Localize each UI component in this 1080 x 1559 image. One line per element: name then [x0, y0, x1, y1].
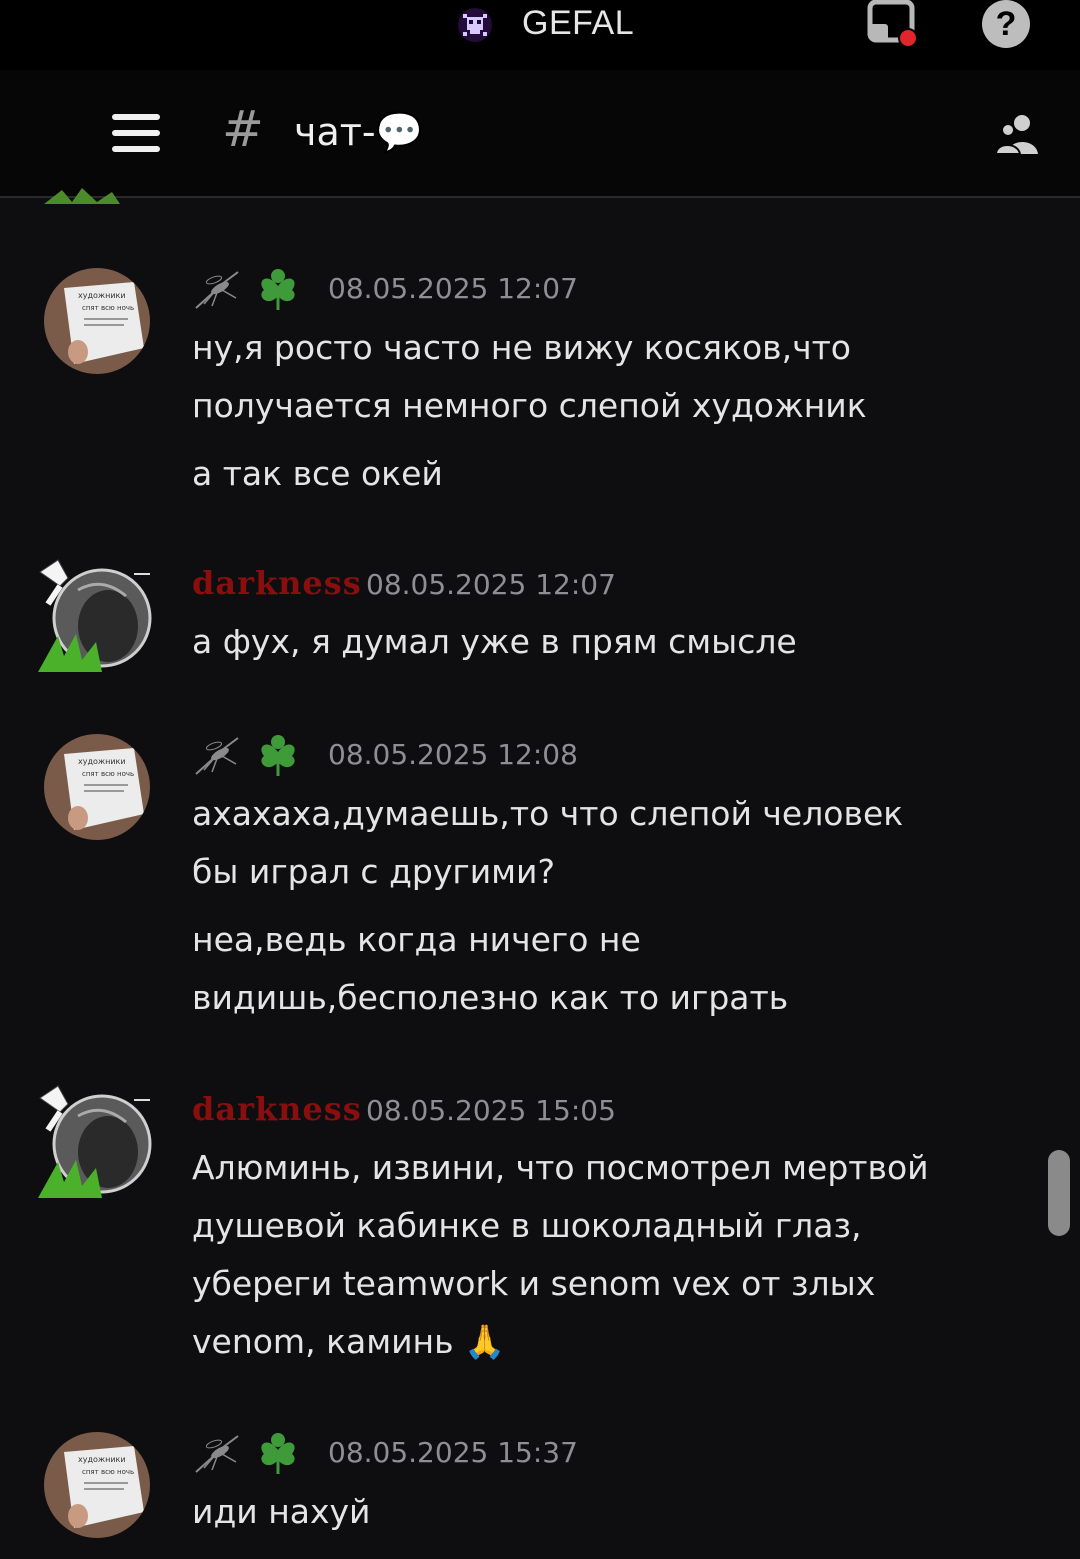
username[interactable]: darkness: [192, 564, 362, 602]
mosquito-icon: [195, 271, 239, 309]
message-list[interactable]: художники спят всю ночь 08.05.2025 12:07…: [0, 188, 1080, 1559]
message-text: бы играл с другими?: [192, 852, 555, 891]
message-item[interactable]: художники спят всю ночь 08.05.2025 12:0: [0, 734, 1080, 1034]
message-timestamp: 08.05.2025 15:05: [366, 1094, 616, 1127]
svg-text:художники: художники: [78, 291, 126, 300]
svg-text:художники: художники: [78, 1455, 126, 1464]
message-text: душевой кабинке в шоколадный глаз,: [192, 1206, 862, 1245]
svg-text:художники: художники: [78, 757, 126, 766]
username[interactable]: darkness: [192, 1090, 362, 1128]
app-title: GEFAL: [522, 4, 635, 42]
svg-text:спят всю ночь: спят всю ночь: [82, 1468, 134, 1476]
members-icon[interactable]: [994, 112, 1040, 156]
hamburger-menu-icon[interactable]: [112, 114, 160, 152]
message-text: иди нахуй: [192, 1492, 371, 1531]
avatar[interactable]: [38, 556, 154, 672]
avatar[interactable]: художники спят всю ночь: [44, 268, 150, 374]
top-bar: GEFAL ?: [0, 0, 1080, 70]
svg-text:спят всю ночь: спят всю ночь: [82, 304, 134, 312]
mosquito-icon: [195, 737, 239, 775]
screen-share-icon[interactable]: [866, 0, 922, 50]
message-text: venom, каминь 🙏: [192, 1322, 506, 1361]
message-text: а фух, я думал уже в прям смысле: [192, 622, 797, 661]
channel-name: чат-💬: [294, 110, 423, 154]
svg-text:спят всю ночь: спят всю ночь: [82, 770, 134, 778]
avatar[interactable]: художники спят всю ночь: [44, 734, 150, 840]
message-text: получается немного слепой художник: [192, 386, 867, 425]
message-item[interactable]: художники спят всю ночь 08.05.2025 12:0: [0, 268, 1080, 508]
clover-icon: [261, 1433, 295, 1474]
clover-icon: [261, 735, 295, 776]
avatar[interactable]: [38, 1082, 154, 1198]
message-text: Алюминь, извини, что посмотрел мертвой: [192, 1148, 929, 1187]
avatar[interactable]: художники спят всю ночь: [44, 1432, 150, 1538]
avatar-decoration-fragment: [44, 188, 120, 204]
message-timestamp: 08.05.2025 12:07: [366, 568, 616, 601]
pixel-skull-icon: [458, 8, 492, 42]
channel-header: # чат-💬: [0, 70, 1080, 198]
scrollbar-thumb[interactable]: [1048, 1150, 1070, 1236]
message-text: ахахаха,думаешь,то что слепой человек: [192, 794, 904, 833]
message-text: видишь,бесполезно как то играть: [192, 978, 789, 1017]
message-item[interactable]: художники спят всю ночь 08.05.2025 15:37…: [0, 1432, 1080, 1552]
message-text: а так все окей: [192, 454, 443, 493]
message-item[interactable]: darkness 08.05.2025 15:05 Алюминь, извин…: [0, 1082, 1080, 1382]
message-item[interactable]: darkness 08.05.2025 12:07 а фух, я думал…: [0, 556, 1080, 676]
channel-hash-icon: #: [222, 100, 264, 158]
message-timestamp: 08.05.2025 15:37: [328, 1436, 578, 1469]
mosquito-icon: [195, 1435, 239, 1473]
message-timestamp: 08.05.2025 12:07: [328, 272, 578, 305]
message-text: неа,ведь когда ничего не: [192, 920, 641, 959]
message-text: убереги teamwork и senom vex от злых: [192, 1264, 876, 1303]
message-text: ну,я росто часто не вижу косяков,что: [192, 328, 851, 367]
message-timestamp: 08.05.2025 12:08: [328, 738, 578, 771]
help-button[interactable]: ?: [982, 0, 1030, 48]
clover-icon: [261, 269, 295, 310]
